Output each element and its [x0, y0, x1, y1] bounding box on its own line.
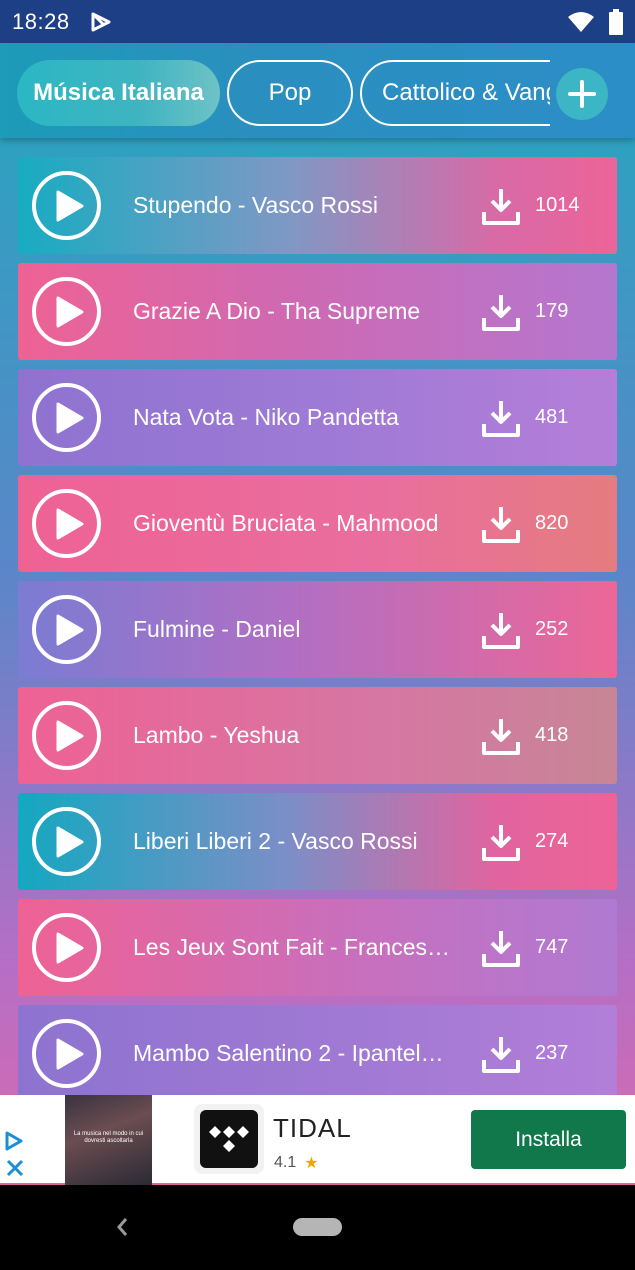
download-count: 252 [535, 618, 569, 640]
song-row[interactable]: Les Jeux Sont Fait - Frances… 747 [18, 899, 617, 996]
play-button[interactable] [32, 807, 101, 876]
download-icon[interactable] [481, 928, 521, 968]
song-row[interactable]: Grazie A Dio - Tha Supreme 179 [18, 263, 617, 360]
ad-image[interactable]: La musica nel modo in cui dovresti ascol… [65, 1095, 152, 1185]
play-icon [56, 508, 84, 540]
tidal-logo-icon [209, 1126, 249, 1152]
play-button[interactable] [32, 1019, 101, 1088]
back-icon[interactable] [114, 1214, 130, 1240]
play-icon [56, 826, 84, 858]
song-title: Les Jeux Sont Fait - Frances… [133, 934, 451, 960]
download-icon[interactable] [481, 186, 521, 226]
ad-banner[interactable]: La musica nel modo in cui dovresti ascol… [0, 1095, 635, 1185]
play-icon [56, 720, 84, 752]
play-button[interactable] [32, 171, 101, 240]
play-icon [56, 190, 84, 222]
download-count: 179 [535, 300, 569, 322]
tab-pop[interactable]: Pop [227, 60, 353, 126]
song-row[interactable]: Liberi Liberi 2 - Vasco Rossi 274 [18, 793, 617, 890]
download-count: 418 [535, 724, 569, 746]
song-title: Stupendo - Vasco Rossi [133, 192, 379, 218]
tab-musica-italiana[interactable]: Música Italiana [17, 60, 220, 126]
plus-icon [568, 80, 596, 108]
song-list: Stupendo - Vasco Rossi 1014 Grazie A Dio… [18, 157, 617, 1095]
ad-image-caption: La musica nel modo in cui dovresti ascol… [73, 1131, 144, 1144]
play-store-notification-icon [91, 12, 111, 31]
download-icon[interactable] [481, 504, 521, 544]
play-button[interactable] [32, 595, 101, 664]
home-pill-button[interactable] [293, 1218, 342, 1236]
song-title: Nata Vota - Niko Pandetta [133, 404, 399, 430]
song-row[interactable]: Mambo Salentino 2 - Ipantel… 237 [18, 1005, 617, 1095]
download-count: 274 [535, 830, 569, 852]
wifi-icon [568, 11, 594, 32]
download-count: 820 [535, 512, 569, 534]
song-row[interactable]: Lambo - Yeshua 418 [18, 687, 617, 784]
play-icon [56, 402, 84, 434]
add-tab-button[interactable] [556, 68, 608, 120]
play-button[interactable] [32, 701, 101, 770]
play-icon [56, 614, 84, 646]
play-button[interactable] [32, 277, 101, 346]
install-button[interactable]: Installa [471, 1110, 626, 1169]
download-icon[interactable] [481, 716, 521, 756]
play-button[interactable] [32, 913, 101, 982]
song-title: Fulmine - Daniel [133, 616, 301, 642]
song-row[interactable]: Stupendo - Vasco Rossi 1014 [18, 157, 617, 254]
song-row[interactable]: Nata Vota - Niko Pandetta 481 [18, 369, 617, 466]
download-icon[interactable] [481, 610, 521, 650]
download-count: 481 [535, 406, 569, 428]
system-nav-bar [0, 1185, 635, 1270]
ad-rating-value: 4.1 [274, 1154, 297, 1171]
ad-choices-icon[interactable] [3, 1130, 25, 1152]
song-row[interactable]: Fulmine - Daniel 252 [18, 581, 617, 678]
star-icon: ★ [304, 1155, 319, 1172]
download-count: 1014 [535, 194, 580, 216]
battery-icon [609, 8, 623, 35]
song-title: Mambo Salentino 2 - Ipantel… [133, 1040, 444, 1066]
download-count: 237 [535, 1042, 569, 1064]
song-row[interactable]: Gioventù Bruciata - Mahmood 820 [18, 475, 617, 572]
tidal-app-icon[interactable] [194, 1104, 264, 1174]
status-time: 18:28 [12, 8, 70, 34]
ad-close-icon[interactable] [6, 1159, 24, 1177]
ad-rating: 4.1 ★ [274, 1153, 319, 1173]
download-icon[interactable] [481, 1034, 521, 1074]
song-title: Liberi Liberi 2 - Vasco Rossi [133, 828, 418, 854]
status-bar: 18:28 [0, 0, 635, 43]
song-title: Gioventù Bruciata - Mahmood [133, 510, 439, 536]
download-icon[interactable] [481, 398, 521, 438]
play-button[interactable] [32, 489, 101, 558]
song-title: Grazie A Dio - Tha Supreme [133, 298, 421, 324]
tab-strip: Música Italiana Pop Cattolico & Vangelo [17, 60, 550, 126]
play-icon [56, 1038, 84, 1070]
download-icon[interactable] [481, 822, 521, 862]
category-tab-bar: Música Italiana Pop Cattolico & Vangelo [0, 43, 635, 138]
download-icon[interactable] [481, 292, 521, 332]
play-button[interactable] [32, 383, 101, 452]
play-icon [56, 296, 84, 328]
download-count: 747 [535, 936, 569, 958]
song-title: Lambo - Yeshua [133, 722, 300, 748]
ad-app-name: TIDAL [273, 1113, 352, 1143]
play-icon [56, 932, 84, 964]
tab-cattolico-vangelo[interactable]: Cattolico & Vangelo [360, 60, 550, 126]
